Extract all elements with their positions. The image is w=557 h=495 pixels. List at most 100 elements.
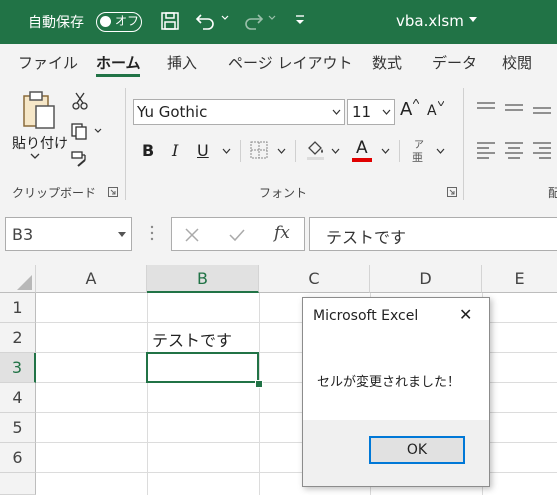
format-separator [399, 140, 400, 162]
undo-icon[interactable] [195, 11, 217, 31]
align-left-icon[interactable] [476, 141, 496, 159]
file-name[interactable]: vba.xlsm [396, 12, 464, 30]
tab-review[interactable]: 校閲 [502, 52, 532, 73]
enter-icon[interactable] [228, 227, 246, 243]
row-header-2[interactable]: 2 [0, 323, 36, 353]
cell-b2[interactable]: テストです [152, 327, 232, 351]
font-name-value: Yu Gothic [137, 103, 208, 121]
fill-color-icon[interactable] [305, 139, 327, 161]
ok-button[interactable]: OK [369, 436, 465, 464]
font-color-dropdown-icon[interactable] [381, 148, 390, 154]
format-separator [295, 140, 296, 162]
shrink-caret-icon [438, 101, 444, 106]
underline-button[interactable]: U [197, 141, 209, 160]
cancel-icon[interactable] [184, 227, 200, 243]
column-header-d[interactable]: D [370, 265, 482, 293]
tab-file[interactable]: ファイル [18, 52, 78, 73]
grid-line [259, 293, 260, 495]
grid-line [147, 293, 148, 495]
format-separator [240, 140, 241, 162]
column-header-a[interactable]: A [36, 265, 147, 293]
filename-chevron-icon[interactable] [469, 17, 477, 23]
font-size-box[interactable]: 11 [347, 99, 395, 125]
align-top-icon[interactable] [476, 100, 496, 116]
row-header-6[interactable]: 6 [0, 443, 36, 473]
row-header-partial[interactable] [0, 473, 36, 495]
clipboard-launcher-icon[interactable] [108, 187, 118, 197]
row-header-3[interactable]: 3 [0, 353, 36, 383]
row-header-4[interactable]: 4 [0, 383, 36, 413]
tab-formulas[interactable]: 数式 [372, 52, 402, 73]
phonetic-bottom[interactable]: 亜 [412, 149, 423, 165]
customize-toolbar-icon[interactable] [294, 13, 306, 27]
redo-icon[interactable] [242, 11, 264, 31]
autosave-label: 自動保存 [28, 15, 84, 31]
name-box-dropdown-icon[interactable] [118, 232, 126, 238]
redo-dropdown-icon[interactable] [268, 14, 276, 22]
align-center-icon[interactable] [504, 141, 524, 159]
autosave-state: オフ [115, 14, 140, 28]
row-header-5[interactable]: 5 [0, 413, 36, 443]
group-separator [463, 88, 464, 200]
column-header-b[interactable]: B [147, 265, 259, 293]
group-separator [125, 88, 126, 200]
copy-dropdown-icon[interactable] [94, 128, 102, 134]
column-header-c[interactable]: C [259, 265, 370, 293]
drag-handle-icon[interactable] [150, 224, 154, 242]
grow-caret-icon [413, 99, 419, 104]
formula-input[interactable]: テストです [309, 217, 557, 251]
cut-icon[interactable] [72, 92, 88, 110]
bold-button[interactable]: B [142, 141, 154, 160]
font-name-dropdown-icon[interactable] [332, 109, 341, 115]
font-size-dropdown-icon[interactable] [382, 109, 391, 115]
shrink-font-button[interactable]: A [427, 103, 437, 119]
align-right-icon[interactable] [532, 141, 552, 159]
message-box: Microsoft Excel ✕ セルが変更されました！ OK [302, 297, 490, 487]
font-color-swatch [352, 158, 372, 162]
insert-function-button[interactable]: fx [274, 223, 290, 243]
phonetic-dropdown-icon[interactable] [436, 148, 445, 154]
name-box-value: B3 [12, 225, 34, 244]
clipboard-group-label: クリップボード [12, 186, 97, 200]
paste-icon[interactable] [22, 90, 56, 130]
font-group-label: フォント [259, 186, 308, 200]
alignment-group-label: 配 [548, 186, 557, 200]
active-cell-b3[interactable] [146, 352, 259, 383]
save-icon[interactable] [160, 11, 180, 31]
dialog-message: セルが変更されました！ [317, 375, 461, 390]
close-icon[interactable]: ✕ [459, 305, 472, 324]
tab-page-layout[interactable]: ページ レイアウト [228, 52, 352, 73]
fill-handle[interactable] [255, 380, 263, 388]
align-middle-icon[interactable] [504, 100, 524, 116]
font-size-value: 11 [352, 103, 372, 121]
dialog-title: Microsoft Excel [313, 308, 419, 324]
tab-data[interactable]: データ [432, 52, 477, 73]
tab-home[interactable]: ホーム [96, 52, 141, 73]
active-tab-indicator [96, 74, 140, 77]
tab-insert[interactable]: 挿入 [167, 52, 197, 73]
fill-color-dropdown-icon[interactable] [331, 148, 340, 154]
font-launcher-icon[interactable] [447, 187, 457, 197]
format-painter-icon[interactable] [70, 150, 90, 168]
title-bar: 自動保存 オフ vba.xlsm [0, 0, 557, 44]
toggle-knob [100, 16, 111, 27]
column-header-e[interactable]: E [482, 265, 557, 293]
formula-actions: fx [171, 217, 305, 251]
name-box[interactable]: B3 [5, 217, 132, 251]
formula-content: テストです [326, 228, 407, 247]
row-header-1[interactable]: 1 [0, 293, 36, 323]
borders-icon[interactable] [250, 141, 268, 159]
select-all-corner[interactable] [0, 265, 36, 293]
align-bottom-icon[interactable] [532, 100, 552, 116]
copy-icon[interactable] [70, 122, 88, 140]
autosave-toggle[interactable]: オフ [96, 12, 142, 32]
borders-dropdown-icon[interactable] [277, 148, 286, 154]
font-name-box[interactable]: Yu Gothic [133, 99, 345, 125]
italic-button[interactable]: I [172, 141, 178, 160]
paste-label[interactable]: 貼り付け [12, 133, 68, 153]
paste-dropdown-icon[interactable] [30, 152, 40, 160]
undo-dropdown-icon[interactable] [221, 14, 229, 22]
grow-font-button[interactable]: A [400, 99, 412, 120]
underline-dropdown-icon[interactable] [222, 148, 231, 154]
font-color-button[interactable]: A [356, 138, 368, 158]
